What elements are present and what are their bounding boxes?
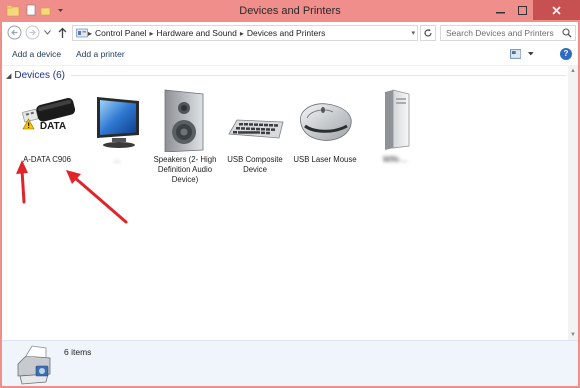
up-arrow-icon <box>58 27 67 38</box>
back-button[interactable] <box>6 24 23 41</box>
add-printer-button[interactable]: Add a printer <box>76 49 125 59</box>
navigation-bar: ▸ Control Panel ▸ Hardware and Sound ▸ D… <box>2 22 578 43</box>
device-name: ... <box>113 155 121 164</box>
device-name: USB Composite Device <box>227 155 283 174</box>
breadcrumb-control-panel[interactable]: Control Panel <box>95 28 147 38</box>
speakers-icon <box>164 89 204 153</box>
refresh-icon <box>424 28 432 37</box>
address-bar[interactable]: ▸ Control Panel ▸ Hardware and Sound ▸ D… <box>72 25 418 41</box>
refresh-button[interactable] <box>420 25 436 41</box>
item-count: 6 items <box>64 347 92 357</box>
device-name: USB Laser Mouse <box>293 155 357 164</box>
back-arrow-icon <box>7 25 22 40</box>
minimize-button[interactable] <box>489 0 511 20</box>
minimize-icon <box>495 11 505 13</box>
vertical-scrollbar[interactable]: ▲ ▼ <box>568 66 578 340</box>
device-item[interactable]: WIN-... <box>360 88 430 165</box>
search-placeholder: Search Devices and Printers <box>446 28 554 38</box>
control-panel-icon <box>76 28 88 37</box>
recent-locations-button[interactable] <box>42 24 52 41</box>
pc-tower-icon <box>385 89 410 150</box>
scroll-down-icon[interactable]: ▼ <box>570 332 576 338</box>
chevron-down-icon <box>528 52 535 56</box>
usb-flash-drive-icon: DATA <box>22 98 76 132</box>
devices-pane: ◢ Devices (6) DATA A-DATA C906 ... Speak… <box>2 66 578 340</box>
search-input[interactable]: Search Devices and Printers <box>440 25 576 41</box>
view-options-icon <box>510 49 522 59</box>
breadcrumb-separator-icon: ▸ <box>149 28 154 38</box>
mouse-icon <box>299 103 352 141</box>
forward-arrow-icon <box>25 25 40 40</box>
device-name: A-DATA C906 <box>23 155 71 164</box>
address-dropdown-icon[interactable]: ▾ <box>411 29 415 37</box>
search-icon[interactable] <box>562 28 572 38</box>
breadcrumb-hardware-and-sound[interactable]: Hardware and Sound <box>157 28 237 38</box>
breadcrumb-devices-and-printers[interactable]: Devices and Printers <box>247 28 325 38</box>
collapse-icon[interactable]: ◢ <box>6 72 11 80</box>
devices-group-header[interactable]: ◢ Devices (6) <box>6 70 566 81</box>
device-item[interactable]: USB Laser Mouse <box>290 88 360 165</box>
close-icon <box>552 5 561 15</box>
group-divider <box>70 75 566 76</box>
svg-text:DATA: DATA <box>40 121 66 132</box>
change-view-button[interactable] <box>510 48 536 60</box>
maximize-button[interactable] <box>511 0 533 20</box>
breadcrumb-separator-icon: ▸ <box>88 28 93 38</box>
command-bar: Add a device Add a printer ? <box>2 43 578 66</box>
scroll-up-icon[interactable]: ▲ <box>570 68 576 74</box>
details-pane: 6 items <box>2 340 578 386</box>
printer-icon <box>17 345 51 385</box>
title-bar: Devices and Printers <box>0 0 580 22</box>
chevron-down-icon <box>43 30 51 35</box>
close-button[interactable] <box>533 0 580 20</box>
computer-monitor-icon <box>97 97 139 148</box>
add-device-button[interactable]: Add a device <box>12 49 61 59</box>
device-item[interactable]: USB Composite Device <box>220 88 290 175</box>
help-button[interactable]: ? <box>560 48 572 60</box>
device-item[interactable]: DATA A-DATA C906 <box>12 88 82 165</box>
keyboard-icon <box>228 119 284 139</box>
maximize-icon <box>517 5 527 15</box>
device-name: Speakers (2- High Definition Audio Devic… <box>153 155 217 184</box>
group-label: Devices (6) <box>14 70 65 81</box>
up-button[interactable] <box>54 24 71 41</box>
device-item[interactable]: Speakers (2- High Definition Audio Devic… <box>150 88 220 185</box>
forward-button[interactable] <box>24 24 41 41</box>
breadcrumb-separator-icon: ▸ <box>239 28 244 38</box>
device-item[interactable]: ... <box>82 88 152 165</box>
device-name: WIN-... <box>382 155 408 164</box>
